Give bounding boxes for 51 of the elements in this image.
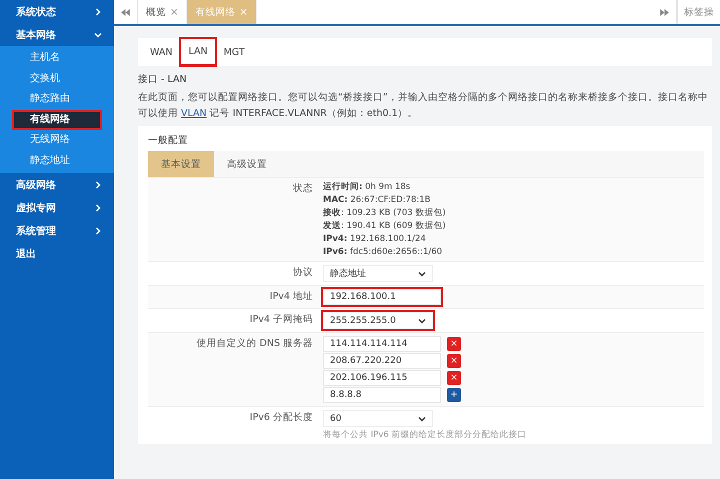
sidebar-group[interactable]: 系统状态 (0, 0, 114, 23)
field-label: IPv4 地址 (268, 290, 314, 304)
status-text: 发送: 190.41 KB (609 数据包) (323, 220, 446, 232)
input-field[interactable]: 8.8.8.8 (323, 387, 441, 403)
double-arrow-left-icon (121, 8, 130, 16)
remove-button[interactable]: × (447, 371, 461, 385)
chevron-down-icon (418, 270, 426, 278)
sidebar-group[interactable]: 系统管理 (0, 219, 114, 242)
sidebar-group[interactable]: 退出 (0, 242, 114, 265)
remove-button[interactable]: × (447, 337, 461, 351)
status-text: IPv6: fdc5:d60e:2656::1/60 (323, 246, 444, 258)
dropdown[interactable]: 255.255.255.0 (323, 312, 433, 329)
tab[interactable]: 高级设置 (214, 151, 280, 177)
sidebar-item[interactable]: 静态地址 (0, 150, 114, 171)
tab[interactable]: WAN (142, 38, 180, 66)
tab[interactable]: LAN (180, 38, 216, 66)
chevron-down-icon (418, 316, 426, 324)
sidebar-item[interactable]: 静态路由 (0, 89, 114, 110)
status-text: 运行时间: 0h 9m 18s (323, 181, 412, 193)
field-label: 使用自定义的 DNS 服务器 (196, 337, 314, 351)
sidebar-item[interactable]: 主机名 (0, 48, 114, 68)
input-field[interactable]: 202.106.196.115 (323, 370, 441, 386)
description-text: 在此页面，您可以配置网络接口。您可以勾选“桥接接口”，并输入由空格分隔的多个网络接口的名称来桥接多个接口。接口名称中可以使用 VLAN 记号 INTERFACE.VLANNR（例如：eth0.1）。 (138, 91, 709, 121)
remove-button[interactable]: × (447, 354, 461, 368)
field-label: IPv4 子网掩码 (248, 313, 314, 327)
sidebar-item[interactable]: 有线网络 (12, 110, 102, 130)
status-text: MAC: 26:67:CF:ED:78:1B (323, 194, 432, 206)
double-arrow-right-icon (660, 8, 669, 16)
dropdown[interactable]: 静态地址 (323, 265, 433, 282)
input-field[interactable]: 192.168.100.1 (323, 289, 441, 305)
sidebar-item[interactable]: 无线网络 (0, 130, 114, 150)
vlan-link[interactable]: VLAN (181, 108, 207, 119)
status-text: IPv4: 192.168.100.1/24 (323, 233, 427, 245)
sidebar-item[interactable]: 交换机 (0, 68, 114, 89)
sidebar-group[interactable]: 虚拟专网 (0, 196, 114, 219)
sidebar-group[interactable]: 基本网络 (0, 23, 114, 46)
tab[interactable]: 基本设置 (148, 151, 214, 177)
field-label: IPv6 分配长度 (248, 411, 314, 425)
add-button[interactable]: + (447, 388, 461, 402)
field-label: 协议 (292, 266, 314, 280)
section-title: 一般配置 (148, 134, 189, 147)
dropdown[interactable]: 60 (323, 410, 433, 427)
chevron-down-icon (418, 414, 426, 422)
sidebar-group[interactable]: 高级网络 (0, 173, 114, 196)
field-label: 状态 (292, 182, 314, 196)
status-text: 接收: 109.23 KB (703 数据包) (323, 207, 446, 219)
input-field[interactable]: 114.114.114.114 (323, 336, 441, 352)
hint-text: 将每个公共 IPv6 前缀的给定长度部分分配给此接口 (323, 429, 526, 441)
page-heading: 接口 - LAN (138, 73, 188, 86)
input-field[interactable]: 208.67.220.220 (323, 353, 441, 369)
tab[interactable]: MGT (216, 38, 253, 66)
